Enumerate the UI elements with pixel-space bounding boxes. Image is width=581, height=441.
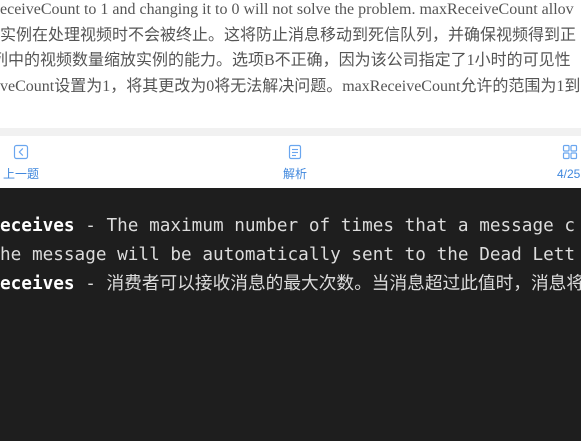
term-description: he message will be automatically sent to… — [0, 245, 576, 265]
icon-chevron — [18, 148, 24, 156]
term-label: eceives — [0, 216, 75, 236]
grid-cell — [562, 152, 570, 160]
explanation-text: eceiveCount to 1 and changing it to 0 wi… — [0, 0, 581, 99]
analysis-button[interactable]: 解析 — [273, 136, 317, 188]
prev-question-button[interactable]: 上一题 — [0, 136, 44, 188]
explanation-line: 列中的视频数量缩放实例的能力。选项B不正确，因为该公司指定了1小时的可见性 — [0, 52, 571, 70]
chevron-left-icon-graphic — [13, 144, 29, 160]
chevron-left-icon — [13, 144, 29, 160]
icon-frame — [13, 144, 29, 160]
question-progress-button[interactable]: 4/25 — [546, 136, 581, 188]
term-label: eceives — [0, 274, 75, 294]
section-divider — [0, 128, 581, 136]
explanation-line: 实例在处理视频时不会被终止。这将防止消息移动到死信队列，并确保视频得到正 — [0, 26, 577, 44]
grid-cell — [570, 144, 578, 152]
document-icon — [287, 144, 303, 160]
explanation-line: eceiveCount to 1 and changing it to 0 wi… — [0, 1, 574, 18]
question-nav-bar: 上一题 解析 4/25 — [0, 136, 581, 188]
question-progress-label: 4/25 — [557, 167, 581, 181]
term-description: - 消费者可以接收消息的最大次数。当消息超过此值时，消息将 — [74, 274, 581, 294]
grid-icon-graphic — [562, 144, 578, 160]
term-description: - The maximum number of times that a mes… — [74, 216, 576, 236]
analysis-label: 解析 — [282, 167, 307, 181]
prev-question-label: 上一题 — [3, 167, 40, 181]
explanation-line: veCount设置为1，将其更改为0将无法解决问题。maxReceiveCoun… — [0, 77, 581, 95]
code-block: eceives - The maximum number of times th… — [0, 188, 581, 441]
explanation-panel: eceiveCount to 1 and changing it to 0 wi… — [0, 0, 581, 128]
code-line: eceives - 消费者可以接收消息的最大次数。当消息超过此值时，消息将 — [0, 270, 581, 299]
code-lines: eceives - The maximum number of times th… — [0, 212, 581, 299]
code-line: he message will be automatically sent to… — [0, 241, 581, 270]
grid-icon — [562, 144, 578, 160]
code-line: eceives - The maximum number of times th… — [0, 212, 581, 241]
grid-cell — [562, 144, 570, 152]
document-icon-graphic — [288, 144, 302, 160]
grid-cell — [570, 152, 578, 160]
